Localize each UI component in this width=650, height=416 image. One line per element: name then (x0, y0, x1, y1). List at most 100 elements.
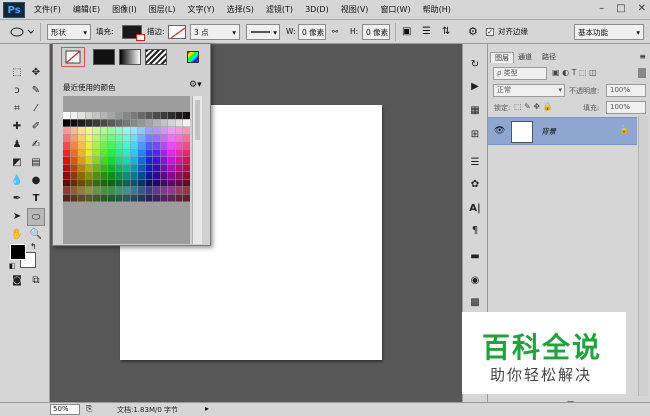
color-swatch[interactable] (70, 157, 78, 164)
brushes-icon[interactable]: ✿ (467, 178, 483, 192)
color-swatch[interactable] (100, 119, 108, 127)
notes-icon[interactable]: ▬ (467, 250, 483, 264)
menu-layer[interactable]: 图层(L) (143, 0, 182, 20)
layer-row-background[interactable]: 👁 背景 🔒 (488, 117, 637, 145)
foreground-color-swatch[interactable] (10, 244, 26, 260)
color-swatch[interactable] (123, 142, 130, 149)
color-swatch[interactable] (160, 134, 168, 142)
healing-brush-tool-icon[interactable]: ✚ (8, 118, 26, 136)
color-swatch[interactable] (100, 194, 108, 202)
restore-button[interactable]: □ (616, 3, 625, 14)
clone-stamp-tool-icon[interactable]: ♟ (8, 136, 26, 154)
color-swatch[interactable] (115, 179, 123, 187)
color-swatch[interactable] (175, 112, 183, 119)
color-swatch[interactable] (100, 127, 108, 134)
color-swatch[interactable] (93, 119, 100, 127)
color-swatch[interactable] (145, 179, 153, 187)
color-swatch[interactable] (145, 127, 153, 134)
color-swatch[interactable] (78, 179, 85, 187)
color-swatch[interactable] (108, 194, 115, 202)
color-swatch[interactable] (93, 127, 100, 134)
color-swatch[interactable] (175, 127, 183, 134)
color-swatch[interactable] (130, 134, 138, 142)
3d-icon[interactable]: ◉ (467, 274, 483, 288)
color-picker-icon[interactable] (187, 51, 199, 63)
color-swatch[interactable] (160, 119, 168, 127)
color-swatch[interactable] (130, 149, 138, 157)
color-swatch[interactable] (78, 157, 85, 164)
color-swatch[interactable] (153, 134, 160, 142)
color-swatch[interactable] (108, 142, 115, 149)
color-swatch[interactable] (85, 149, 93, 157)
color-swatch[interactable] (145, 194, 153, 202)
swatches-scrollbar[interactable] (192, 96, 202, 244)
color-swatch[interactable] (138, 134, 145, 142)
color-swatch[interactable] (160, 112, 168, 119)
actions-icon[interactable]: ▶ (467, 80, 483, 94)
color-swatch[interactable] (168, 112, 175, 119)
color-swatch[interactable] (183, 194, 190, 202)
color-swatch[interactable] (108, 127, 115, 134)
color-swatch[interactable] (153, 127, 160, 134)
menu-help[interactable]: 帮助(H) (417, 0, 457, 20)
path-selection-tool-icon[interactable]: ➤ (8, 208, 26, 226)
gear-icon[interactable]: ⚙ (468, 24, 478, 40)
stroke-swatch[interactable] (168, 25, 186, 39)
history-brush-tool-icon[interactable]: ✍ (27, 136, 45, 154)
menu-edit[interactable]: 编辑(E) (67, 0, 106, 20)
color-swatch[interactable] (138, 172, 145, 179)
color-swatch[interactable] (183, 172, 190, 179)
gradient-button[interactable] (119, 49, 141, 65)
color-swatch[interactable] (70, 179, 78, 187)
color-swatch[interactable] (153, 187, 160, 194)
color-swatch[interactable] (85, 134, 93, 142)
color-swatch[interactable] (145, 172, 153, 179)
color-swatch[interactable] (108, 157, 115, 164)
stroke-size-field[interactable]: 3 点 ▾ (190, 24, 240, 40)
color-swatch[interactable] (145, 134, 153, 142)
color-swatch[interactable] (130, 112, 138, 119)
color-swatch[interactable] (168, 194, 175, 202)
color-swatch[interactable] (138, 119, 145, 127)
pen-tool-icon[interactable]: ✒ (8, 190, 26, 208)
color-swatch[interactable] (145, 149, 153, 157)
color-swatch[interactable] (153, 179, 160, 187)
color-swatch[interactable] (63, 127, 70, 134)
crop-tool-icon[interactable]: ⌗ (8, 100, 26, 118)
color-swatch[interactable] (153, 119, 160, 127)
color-swatch[interactable] (93, 149, 100, 157)
no-color-button[interactable] (61, 47, 85, 67)
color-swatch[interactable] (123, 187, 130, 194)
path-arrangement-icon[interactable]: ⇅ (442, 24, 450, 40)
color-swatch[interactable] (78, 119, 85, 127)
color-swatch[interactable] (100, 149, 108, 157)
color-swatch[interactable] (93, 194, 100, 202)
color-swatch[interactable] (168, 149, 175, 157)
workspace-select[interactable]: 基本功能 ▾ (574, 24, 644, 40)
color-swatch[interactable] (160, 157, 168, 164)
color-swatch[interactable] (63, 119, 70, 127)
color-swatch[interactable] (138, 127, 145, 134)
color-swatch[interactable] (183, 112, 190, 119)
color-swatch[interactable] (93, 112, 100, 119)
menu-filter[interactable]: 滤镜(T) (260, 0, 299, 20)
color-swatch[interactable] (160, 187, 168, 194)
color-swatch[interactable] (168, 187, 175, 194)
color-swatch[interactable] (153, 142, 160, 149)
color-swatch[interactable] (108, 134, 115, 142)
tab-layers[interactable]: 图层 (490, 52, 514, 63)
lock-icons[interactable]: ⬚ ✎ ✥ 🔒 (514, 102, 553, 111)
color-swatch[interactable] (115, 119, 123, 127)
color-swatch[interactable] (138, 164, 145, 172)
color-swatch[interactable] (63, 142, 70, 149)
swatch-palette[interactable] (63, 112, 190, 232)
color-swatch[interactable] (123, 134, 130, 142)
link-icon[interactable]: ⚯ (332, 24, 338, 40)
color-swatch[interactable] (115, 134, 123, 142)
status-arrow-icon[interactable]: ▸ (205, 404, 209, 413)
color-swatch[interactable] (130, 119, 138, 127)
color-swatch[interactable] (130, 142, 138, 149)
color-swatch[interactable] (78, 164, 85, 172)
color-swatch[interactable] (183, 157, 190, 164)
color-swatch[interactable] (70, 119, 78, 127)
